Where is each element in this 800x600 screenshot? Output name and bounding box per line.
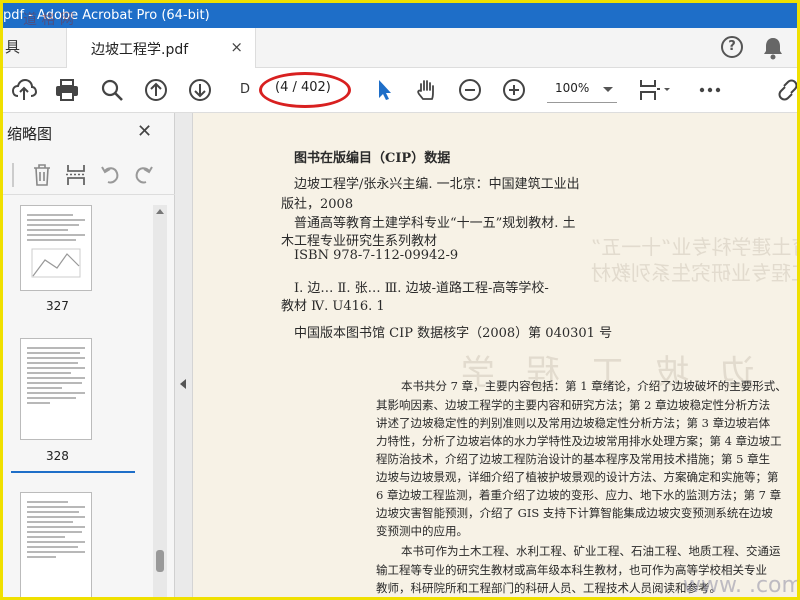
thumbnail-page-number: 327 bbox=[46, 299, 69, 313]
zoom-value: 100% bbox=[555, 81, 590, 95]
cip-line: 边坡工程学/张永兴主编. 一北京：中国建筑工业出 bbox=[294, 177, 580, 192]
page-display-icon[interactable] bbox=[637, 77, 673, 103]
upload-cloud-icon[interactable] bbox=[11, 77, 38, 103]
pane-close-icon[interactable]: ✕ bbox=[137, 121, 152, 142]
thumbnail-content bbox=[27, 501, 85, 561]
rotate-left-icon[interactable] bbox=[99, 163, 121, 191]
body-line: 边坡灾害智能预测，介绍了 GIS 支持下计算智能集成边坡灾变预测系统在边坡 bbox=[376, 506, 773, 520]
selected-page-indicator bbox=[11, 471, 135, 473]
body-line: 6 章边坡工程监测，着重介绍了边坡的变形、应力、地下水的监测方法；第 7 章 bbox=[376, 488, 782, 502]
chevron-down-icon bbox=[603, 87, 613, 92]
select-cursor-icon[interactable] bbox=[371, 77, 397, 103]
thumbnail-content bbox=[27, 214, 85, 244]
body-line: 教师，科研院所和工程部门的科研人员、工程技术人员阅读和参考。 bbox=[376, 581, 721, 595]
body-line: 讲述了边坡稳定性的判别准则以及常用边坡稳定性分析方法；第 3 章边坡岩体 bbox=[376, 416, 771, 430]
collapse-pane-icon[interactable] bbox=[180, 379, 186, 389]
body-line: 本书可作为土木工程、水利工程、矿业工程、石油工程、地质工程、交通运 bbox=[401, 544, 781, 558]
thumbnail-scrollbar[interactable] bbox=[153, 205, 167, 597]
body-line: 变预测中的应用。 bbox=[376, 524, 468, 538]
cip-line: ISBN 978-7-112-09942-9 bbox=[294, 248, 459, 263]
hand-tool-icon[interactable] bbox=[414, 77, 440, 103]
thumbnail-page[interactable] bbox=[20, 492, 92, 597]
share-link-icon[interactable] bbox=[775, 77, 797, 103]
tab-close-icon[interactable]: × bbox=[230, 38, 243, 56]
thumbnail-tools bbox=[3, 155, 175, 195]
toolbar: D (4 / 402) 100% bbox=[3, 68, 797, 113]
title-bar: pdf - Adobe Acrobat Pro (64-bit) bbox=[3, 3, 797, 28]
body-line: 其影响因素、边坡工程学的主要内容和研究方法；第 2 章边坡稳定性分析方法 bbox=[376, 398, 771, 412]
zoom-in-icon[interactable] bbox=[501, 77, 527, 103]
scrollbar-thumb[interactable] bbox=[156, 550, 164, 572]
cip-line: Ⅰ. 边… Ⅱ. 张… Ⅲ. 边坡-道路工程-高等学校- bbox=[294, 281, 549, 296]
pane-title: 缩略图 bbox=[7, 125, 53, 143]
help-icon[interactable]: ? bbox=[721, 36, 743, 58]
more-options-icon[interactable] bbox=[697, 77, 723, 103]
highlight-oval-annotation bbox=[259, 72, 351, 108]
tab-tools[interactable]: 具 bbox=[5, 36, 20, 57]
site-logo-watermark: 道 格 网 bbox=[23, 12, 74, 28]
rotate-right-icon[interactable] bbox=[133, 163, 155, 191]
cip-line: 版社，2008 bbox=[281, 197, 354, 212]
tab-document-label: 边坡工程学.pdf bbox=[91, 42, 189, 58]
body-line: 程防治技术，介绍了边坡工程防治设计的基本程序及常用技术措施；第 5 章生 bbox=[376, 452, 771, 466]
thumbnail-content bbox=[27, 347, 85, 407]
thumbnail-page-selected[interactable] bbox=[20, 338, 92, 440]
thumbnail-page[interactable] bbox=[20, 205, 92, 291]
cip-line: 木工程专业研究生系列教材 bbox=[281, 234, 438, 249]
body-line: 本书共分 7 章，主要内容包括：第 1 章绪论，介绍了边坡破坏的主要形式、 bbox=[401, 379, 787, 393]
zoom-out-icon[interactable] bbox=[457, 77, 483, 103]
thumbnails-pane: 缩略图 ✕ 327 328 bbox=[3, 113, 175, 597]
extract-pages-icon[interactable] bbox=[65, 163, 87, 191]
cip-line: 教材 Ⅳ. U416. 1 bbox=[281, 299, 385, 314]
next-page-icon[interactable] bbox=[187, 77, 213, 103]
thumbnail-figure bbox=[31, 248, 81, 278]
page-number-input[interactable]: D bbox=[233, 79, 257, 101]
bell-icon[interactable] bbox=[762, 36, 784, 60]
cip-line: 中国版本图书馆 CIP 数据核字（2008）第 040301 号 bbox=[294, 326, 613, 341]
zoom-search-icon[interactable] bbox=[99, 77, 125, 103]
thumbnail-list: 327 328 bbox=[3, 205, 153, 597]
body-line: 力特性，分析了边坡岩体的水力学特性及边坡常用排水处理方案；第 4 章边坡工 bbox=[376, 434, 782, 448]
document-view[interactable]: 普通高等教育土建学科专业“十一五” 土木工程专业研究生系列教材 边 坡 工 程 … bbox=[193, 113, 800, 598]
app-window: pdf - Adobe Acrobat Pro (64-bit) 道 格 网 具… bbox=[0, 0, 800, 600]
cip-line: 普通高等教育土建学科专业“十一五”规划教材. 土 bbox=[294, 216, 576, 231]
pane-splitter[interactable] bbox=[175, 113, 193, 597]
divider bbox=[12, 163, 14, 187]
site-watermark: www. .com bbox=[683, 573, 800, 598]
bleed-through-line: 普通高等教育土建学科专业“十一五” bbox=[591, 235, 797, 259]
thumbnail-page-number: 328 bbox=[46, 449, 69, 463]
print-icon[interactable] bbox=[54, 77, 80, 103]
zoom-select[interactable]: 100% bbox=[547, 77, 617, 103]
tab-document[interactable]: 边坡工程学.pdf × bbox=[66, 28, 256, 68]
bleed-through-line: 土木工程专业研究生系列教材 bbox=[591, 261, 797, 285]
scroll-up-icon[interactable] bbox=[156, 209, 164, 214]
cip-heading: 图书在版编目（CIP）数据 bbox=[294, 151, 451, 166]
tab-bar: 具 边坡工程学.pdf × ? bbox=[3, 28, 797, 68]
body-line: 边坡与边坡景观，详细介绍了植被护坡景观的设计方法、方案确定和实施等；第 bbox=[376, 470, 779, 484]
previous-page-icon[interactable] bbox=[143, 77, 169, 103]
trash-icon[interactable] bbox=[31, 163, 53, 191]
